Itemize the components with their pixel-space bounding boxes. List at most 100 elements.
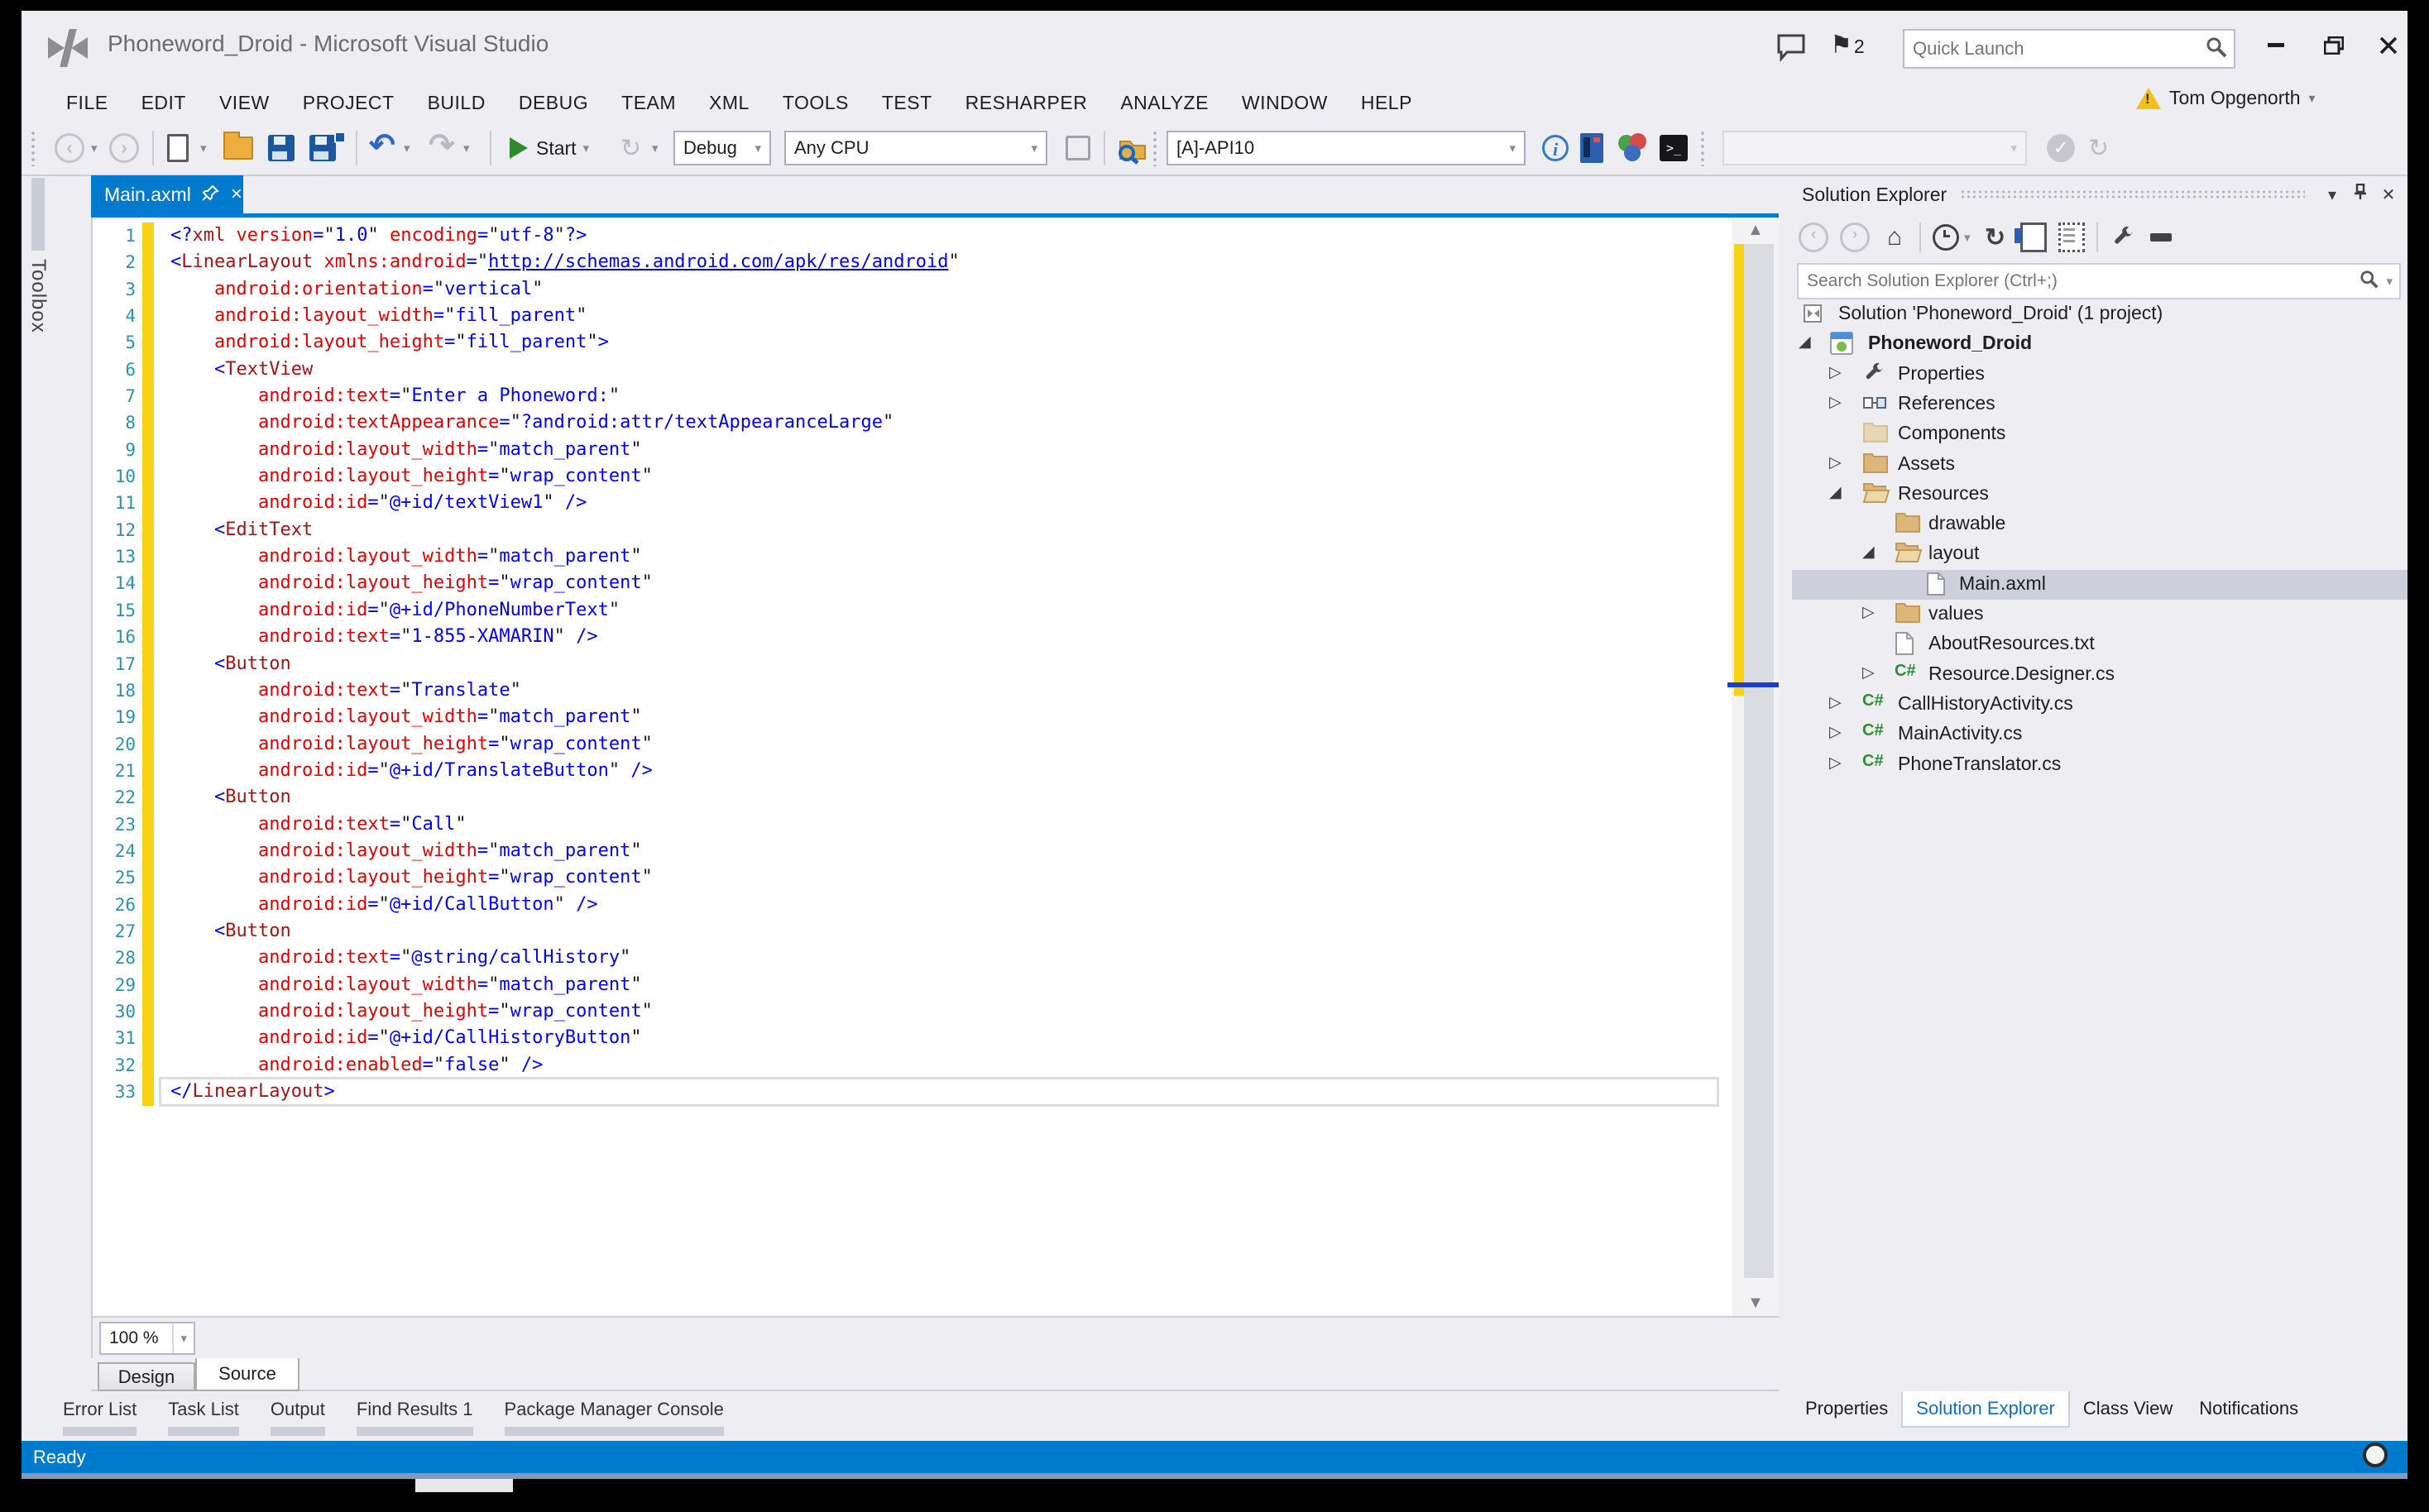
tree-item-drawable[interactable]: drawable: [1792, 510, 2407, 539]
device-info-button[interactable]: i: [1542, 123, 1569, 173]
tree-item-main-axml[interactable]: Main.axml: [1792, 570, 2407, 600]
code-line[interactable]: <Button: [170, 918, 960, 945]
menu-item-team[interactable]: TEAM: [605, 92, 692, 114]
panel-tab-solution-explorer[interactable]: Solution Explorer: [1901, 1391, 2070, 1428]
toolbar-grip[interactable]: [1699, 130, 1706, 166]
code-line[interactable]: android:orientation="vertical": [170, 276, 960, 303]
bottom-tab-package-manager-console[interactable]: Package Manager Console: [505, 1399, 724, 1436]
menu-item-debug[interactable]: DEBUG: [502, 92, 605, 114]
code-line[interactable]: android:id="@+id/PhoneNumberText": [170, 597, 960, 624]
tree-item-references[interactable]: ▷References: [1792, 390, 2407, 419]
code-line[interactable]: <TextView: [170, 356, 960, 383]
code-line[interactable]: android:layout_height="fill_parent">: [170, 329, 960, 356]
code-line[interactable]: android:layout_width="match_parent": [170, 838, 960, 864]
navigate-forward-button[interactable]: ›: [109, 123, 139, 173]
panel-tab-notifications[interactable]: Notifications: [2186, 1391, 2312, 1426]
code-line[interactable]: android:text="1-855-XAMARIN" />: [170, 624, 960, 650]
search-icon[interactable]: [2360, 270, 2379, 294]
expand-icon[interactable]: ▷: [1829, 754, 1842, 773]
menu-item-view[interactable]: VIEW: [203, 92, 286, 114]
show-all-files-button[interactable]: [2020, 221, 2047, 254]
code-line[interactable]: android:layout_width="match_parent": [170, 972, 960, 998]
editor-vertical-scrollbar[interactable]: ▲ ▼: [1732, 218, 1779, 1316]
code-line[interactable]: android:layout_width="match_parent": [170, 704, 960, 730]
refresh-button[interactable]: ↻: [620, 123, 641, 173]
close-icon[interactable]: ✕: [2374, 184, 2403, 205]
start-debug-button[interactable]: Start ▾: [510, 123, 589, 173]
expand-icon[interactable]: ▷: [1829, 363, 1842, 382]
code-line[interactable]: android:text="@string/callHistory": [170, 945, 960, 971]
restore-button[interactable]: [2308, 26, 2360, 65]
undo-dropdown[interactable]: ▾: [404, 123, 410, 173]
expand-icon[interactable]: ▷: [1862, 603, 1875, 622]
code-line[interactable]: android:layout_height="wrap_content": [170, 998, 960, 1025]
tree-item-layout[interactable]: ◢layout: [1792, 539, 2407, 569]
expand-icon[interactable]: ▷: [1829, 693, 1842, 712]
tree-item-resource-designer-cs[interactable]: ▷C#Resource.Designer.cs: [1792, 660, 2407, 690]
menu-item-analyze[interactable]: ANALYZE: [1104, 92, 1225, 114]
tree-item-aboutresources-txt[interactable]: AboutResources.txt: [1792, 629, 2407, 659]
scroll-up-icon[interactable]: ▲: [1732, 221, 1779, 240]
close-button[interactable]: [2363, 26, 2414, 65]
code-line[interactable]: android:layout_height="wrap_content": [170, 731, 960, 758]
toolbar-grip[interactable]: [30, 130, 36, 166]
window-position-dropdown[interactable]: ▾: [2318, 184, 2346, 205]
document-tab-main-axml[interactable]: Main.axml ×: [91, 175, 243, 213]
solution-platform-combo[interactable]: Any CPU▾: [784, 131, 1047, 165]
expand-icon[interactable]: ▷: [1829, 393, 1842, 412]
minimize-button[interactable]: [2250, 26, 2302, 65]
menu-item-build[interactable]: BUILD: [411, 92, 502, 114]
tree-item-phoneword-droid[interactable]: ◢Phoneword_Droid: [1792, 329, 2407, 359]
properties-button[interactable]: [2110, 221, 2136, 254]
collapse-icon[interactable]: ◢: [1862, 543, 1875, 562]
pin-icon[interactable]: [2346, 184, 2374, 205]
feedback-smiley-icon[interactable]: [2363, 1443, 2388, 1467]
search-icon[interactable]: [2206, 36, 2227, 62]
menu-item-test[interactable]: TEST: [865, 92, 949, 114]
code-line[interactable]: android:layout_height="wrap_content": [170, 864, 960, 891]
new-file-dropdown[interactable]: ▾: [200, 123, 207, 173]
quick-launch[interactable]: [1903, 29, 2235, 69]
zoom-level-combo[interactable]: 100 % ▾: [99, 1322, 195, 1355]
code-line[interactable]: android:layout_width="fill_parent": [170, 303, 960, 329]
tree-item-resources[interactable]: ◢Resources: [1792, 480, 2407, 510]
scrollbar-thumb[interactable]: [1744, 244, 1774, 1278]
menu-item-tools[interactable]: TOOLS: [766, 92, 865, 114]
code-text[interactable]: <?xml version="1.0" encoding="utf-8"?><L…: [170, 222, 960, 1105]
code-line[interactable]: android:layout_width="match_parent": [170, 543, 960, 570]
undo-button[interactable]: ↶: [369, 120, 395, 170]
preview-selected-items-button[interactable]: [2058, 221, 2085, 254]
menu-item-file[interactable]: FILE: [50, 92, 125, 114]
adb-shell-button[interactable]: >_: [1660, 123, 1688, 173]
redo-button[interactable]: ↶: [429, 120, 455, 170]
toolbar-grip[interactable]: [1152, 130, 1158, 166]
code-line[interactable]: android:text="Translate": [170, 677, 960, 704]
expand-icon[interactable]: ▷: [1829, 453, 1842, 472]
save-button[interactable]: [268, 123, 295, 173]
solution-explorer-header[interactable]: Solution Explorer ▾ ✕: [1792, 175, 2407, 213]
scroll-down-icon[interactable]: ▼: [1732, 1294, 1779, 1313]
expand-icon[interactable]: ▷: [1829, 723, 1842, 742]
menu-item-xml[interactable]: XML: [692, 92, 766, 114]
code-line[interactable]: <EditText: [170, 517, 960, 543]
solution-explorer-search-input[interactable]: [1799, 270, 2360, 292]
open-file-button[interactable]: [223, 123, 253, 173]
tree-item-callhistoryactivity-cs[interactable]: ▷C#CallHistoryActivity.cs: [1792, 690, 2407, 720]
code-line[interactable]: <Button: [170, 651, 960, 677]
attach-button[interactable]: [1066, 123, 1090, 173]
new-file-button[interactable]: [167, 123, 189, 173]
menu-item-project[interactable]: PROJECT: [286, 92, 411, 114]
refresh-dropdown[interactable]: ▾: [652, 123, 659, 173]
expand-icon[interactable]: ▷: [1862, 663, 1875, 682]
code-line[interactable]: android:layout_height="wrap_content": [170, 570, 960, 596]
code-line[interactable]: android:id="@+id/textView1" />: [170, 490, 960, 516]
code-line[interactable]: android:textAppearance="?android:attr/te…: [170, 409, 960, 436]
code-line[interactable]: android:enabled="false" />: [170, 1052, 960, 1079]
home-button[interactable]: ⌂: [1881, 221, 1908, 254]
save-all-button[interactable]: [309, 123, 336, 173]
code-line[interactable]: <LinearLayout xmlns:android="http://sche…: [170, 249, 960, 275]
redo-dropdown[interactable]: ▾: [463, 123, 470, 173]
device-target-combo[interactable]: [A]-API10▾: [1167, 131, 1526, 165]
tree-item-properties[interactable]: ▷Properties: [1792, 360, 2407, 390]
bottom-tab-output[interactable]: Output: [271, 1399, 325, 1436]
